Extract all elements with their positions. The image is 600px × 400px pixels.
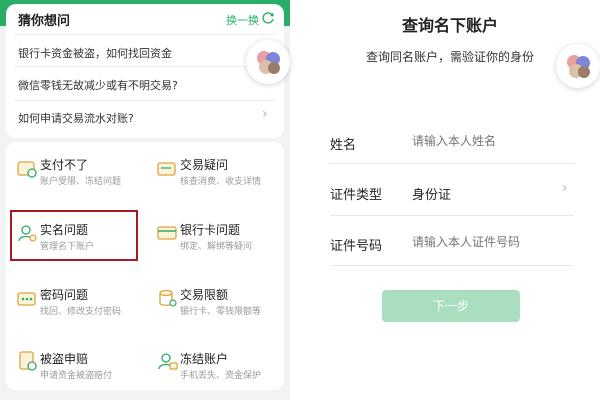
divider (14, 100, 276, 101)
refresh-icon[interactable] (261, 11, 275, 25)
id-type-select[interactable]: 身份证 (412, 184, 451, 203)
service-theft-claim-desc: 申请资金被盗赔付 (40, 371, 113, 381)
assistant-avatar-icon (567, 55, 590, 78)
password-icon (17, 292, 36, 306)
service-theft-claim[interactable]: 被盗申赔 (40, 350, 88, 367)
service-freeze-desc: 手机丢失、资金保护 (180, 371, 262, 381)
next-button[interactable]: 下一步 (382, 290, 520, 322)
payment-icon (17, 161, 37, 178)
refresh-button[interactable]: 换一换 (226, 12, 259, 28)
name-field[interactable] (412, 134, 562, 148)
chevron-right-icon: › (262, 106, 268, 122)
service-payment-desc: 账户受限、冻结问题 (40, 177, 122, 187)
transaction-icon (157, 162, 176, 176)
faq-item[interactable]: 微信零钱无故减少或有不明交易? (18, 77, 178, 93)
limit-icon (159, 289, 177, 307)
theft-claim-icon (19, 351, 37, 371)
service-freeze[interactable]: 冻结账户 (180, 350, 228, 367)
freeze-account-icon (158, 353, 178, 370)
page-subtitle: 查询同名账户，需验证你的身份 (365, 50, 534, 64)
service-limit[interactable]: 交易限额 (180, 286, 228, 303)
service-transaction-desc: 核查消费、收支详情 (180, 177, 262, 187)
highlight-box (10, 210, 138, 261)
service-payment[interactable]: 支付不了 (40, 156, 88, 173)
faq-title: 猜你想问 (18, 14, 71, 29)
service-transaction[interactable]: 交易疑问 (180, 156, 228, 173)
service-password-desc: 找回、修改支付密码 (40, 307, 122, 317)
divider (330, 163, 574, 164)
divider (14, 66, 276, 67)
assistant-avatar-icon (257, 51, 280, 74)
id-number-label: 证件号码 (330, 239, 383, 254)
service-password[interactable]: 密码问题 (40, 286, 88, 303)
assistant-avatar[interactable] (246, 40, 290, 84)
name-label: 姓名 (330, 138, 357, 153)
faq-item[interactable]: 如何申请交易流水对账? (18, 110, 134, 126)
faq-item[interactable]: 银行卡资金被盗，如何找回资金 (18, 45, 172, 61)
service-bankcard[interactable]: 银行卡问题 (180, 221, 240, 238)
id-number-field[interactable] (412, 235, 562, 249)
divider (14, 34, 276, 35)
divider (330, 215, 574, 216)
id-type-label: 证件类型 (330, 188, 383, 203)
assistant-avatar[interactable] (556, 44, 600, 88)
service-bankcard-desc: 绑定、解绑等疑问 (180, 242, 253, 252)
chevron-right-icon[interactable]: › (562, 180, 568, 196)
divider (330, 265, 574, 266)
bank-card-icon (157, 226, 177, 240)
service-limit-desc: 银行卡、零钱限额等 (180, 307, 262, 317)
page-title: 查询名下账户 (401, 16, 498, 35)
